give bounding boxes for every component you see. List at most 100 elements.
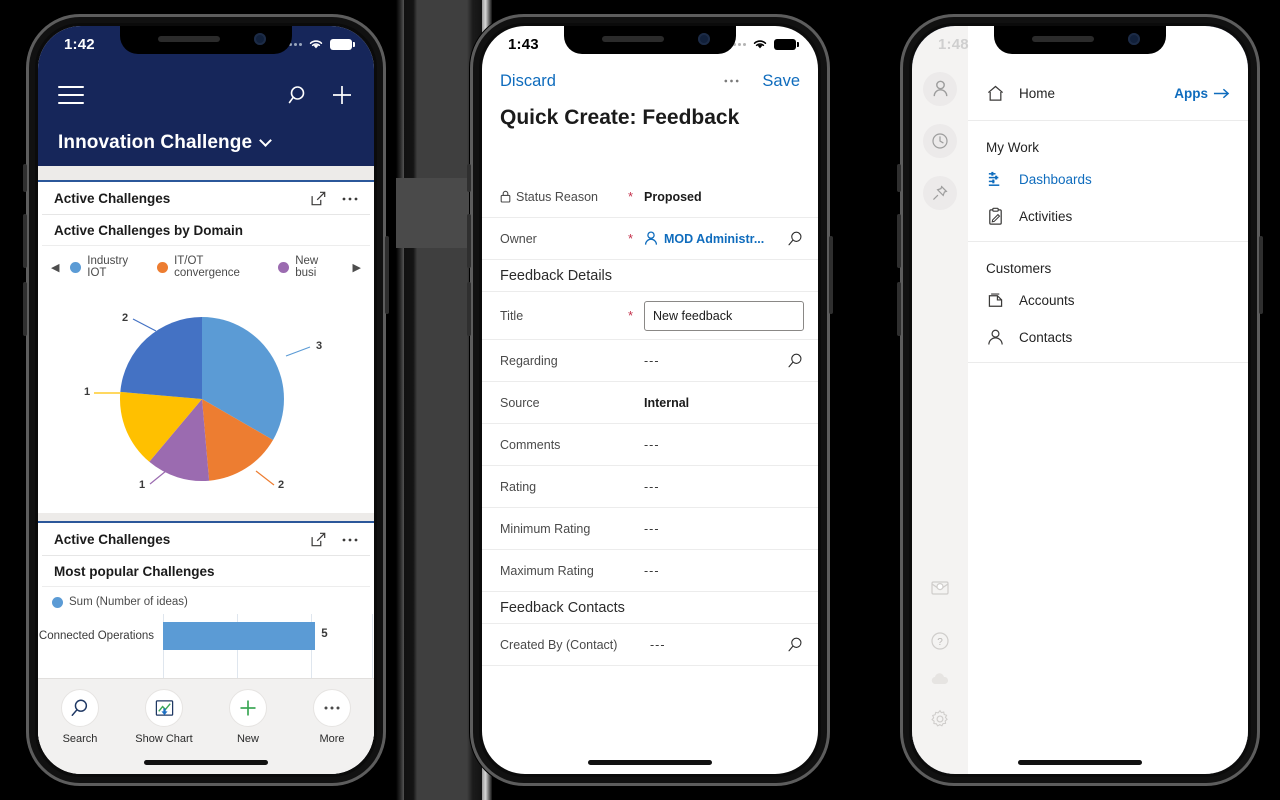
command-label: Search xyxy=(62,733,98,745)
p1-pie-legend: ◀ Industry IOT IT/OT convergence New bus… xyxy=(38,246,374,281)
caret-right-icon[interactable]: ▶ xyxy=(350,261,364,274)
legend-swatch xyxy=(52,596,63,608)
sitemap-group-header-my-work: My Work xyxy=(986,140,1039,155)
wifi-icon xyxy=(753,40,767,49)
legend-item-0[interactable]: Industry IOT xyxy=(70,255,149,279)
hamburger-menu-icon[interactable] xyxy=(58,86,84,104)
phone1-volume-up[interactable] xyxy=(23,214,27,268)
legend-item-2[interactable]: New busi xyxy=(278,255,341,279)
p1-notch xyxy=(120,26,292,54)
rail-recent-user[interactable] xyxy=(923,72,957,106)
expand-popout-icon[interactable] xyxy=(311,191,326,206)
field-label-text: Title xyxy=(500,308,524,323)
apps-link[interactable]: Apps xyxy=(1174,86,1230,101)
pie-chart[interactable]: 3 2 1 1 2 xyxy=(38,281,374,513)
field-row-regarding[interactable]: Regarding --- xyxy=(482,340,818,382)
earpiece-speaker xyxy=(1032,36,1094,42)
phone3-volume-down[interactable] xyxy=(897,282,901,336)
person-icon xyxy=(933,80,947,97)
search-icon[interactable] xyxy=(288,84,310,106)
sitemap-item-home[interactable]: Home Apps xyxy=(968,72,1248,114)
field-label: Source xyxy=(500,396,628,410)
save-button[interactable]: Save xyxy=(762,72,800,91)
ellipsis-icon[interactable] xyxy=(342,196,358,202)
plus-icon[interactable] xyxy=(330,83,354,107)
wifi-icon xyxy=(309,40,323,49)
field-row-owner[interactable]: Owner * MOD Administr... xyxy=(482,218,818,260)
sitemap-item-contacts[interactable]: Contacts xyxy=(968,319,1248,356)
sitemap-item-accounts[interactable]: Accounts xyxy=(968,282,1248,319)
rail-settings[interactable] xyxy=(930,709,950,734)
earpiece-speaker xyxy=(602,36,664,42)
field-value: Internal xyxy=(644,395,690,410)
legend-item-1[interactable]: IT/OT convergence xyxy=(157,255,270,279)
phone1-volume-down[interactable] xyxy=(23,282,27,336)
lookup-search-icon[interactable] xyxy=(787,352,804,369)
p1-card1-header: Active Challenges xyxy=(42,182,370,215)
rail-feedback[interactable] xyxy=(930,579,950,602)
field-value: --- xyxy=(644,437,660,452)
p1-home-indicator[interactable] xyxy=(144,760,268,765)
field-row-source[interactable]: Source Internal xyxy=(482,382,818,424)
lookup-search-icon[interactable] xyxy=(787,230,804,247)
command-more[interactable]: More xyxy=(295,689,369,745)
help-icon: ? xyxy=(931,632,949,650)
p3-home-indicator[interactable] xyxy=(1018,760,1142,765)
ellipsis-icon[interactable] xyxy=(723,78,740,84)
phone-1-frame: 1:42 Innovation Challenge Active Challen… xyxy=(23,14,389,786)
phone2-volume-up[interactable] xyxy=(467,214,471,268)
phone1-power-button[interactable] xyxy=(385,236,389,314)
clock-icon xyxy=(932,133,948,149)
discard-button[interactable]: Discard xyxy=(500,72,556,91)
title-input[interactable]: New feedback xyxy=(644,300,804,331)
rail-offline-status[interactable] xyxy=(929,672,951,691)
lock-icon xyxy=(500,190,511,203)
p1-top-band xyxy=(38,166,374,180)
sitemap-item-activities[interactable]: Activities xyxy=(968,198,1248,235)
field-value: Proposed xyxy=(644,189,702,204)
legend-item-0[interactable]: Sum (Number of ideas) xyxy=(52,596,188,608)
sitemap-item-dashboards[interactable]: Dashboards xyxy=(968,161,1248,198)
phone3-volume-up[interactable] xyxy=(897,214,901,268)
field-row-rating[interactable]: Rating --- xyxy=(482,466,818,508)
field-row-maximum-rating[interactable]: Maximum Rating --- xyxy=(482,550,818,592)
caret-left-icon[interactable]: ◀ xyxy=(48,261,62,274)
phone1-mute-switch[interactable] xyxy=(23,164,27,192)
field-row-minimum-rating[interactable]: Minimum Rating --- xyxy=(482,508,818,550)
ellipsis-icon[interactable] xyxy=(342,537,358,543)
phone2-power-button[interactable] xyxy=(829,236,833,314)
phone2-volume-down[interactable] xyxy=(467,282,471,336)
field-label: Minimum Rating xyxy=(500,522,628,536)
expand-popout-icon[interactable] xyxy=(311,532,326,547)
phone3-power-button[interactable] xyxy=(1259,236,1263,314)
phone2-mute-switch[interactable] xyxy=(467,164,471,192)
field-row-title[interactable]: Title * New feedback xyxy=(482,292,818,340)
command-search[interactable]: Search xyxy=(43,689,117,745)
lookup-search-icon[interactable] xyxy=(787,636,804,653)
command-label: More xyxy=(319,733,345,745)
field-label-text: Status Reason xyxy=(516,189,598,204)
pie-label-3: 1 xyxy=(84,386,91,398)
sitemap-item-label: Home xyxy=(1019,85,1056,101)
command-show-chart[interactable]: Show Chart xyxy=(127,689,201,745)
command-new[interactable]: New xyxy=(211,689,285,745)
field-row-created-by-contact[interactable]: Created By (Contact) --- xyxy=(482,624,818,666)
rail-pinned-items[interactable] xyxy=(923,176,957,210)
front-camera xyxy=(254,33,266,45)
rail-help[interactable]: ? xyxy=(923,624,957,658)
p1-card2-subtitle: Most popular Challenges xyxy=(42,556,370,587)
p1-app-title-button[interactable]: Innovation Challenge xyxy=(58,132,272,154)
field-value[interactable]: MOD Administr... xyxy=(644,231,787,246)
field-value: --- xyxy=(644,479,660,494)
p2-action-right: Save xyxy=(723,72,800,91)
field-row-comments[interactable]: Comments --- xyxy=(482,424,818,466)
phone3-mute-switch[interactable] xyxy=(897,164,901,192)
rail-recent-items[interactable] xyxy=(923,124,957,158)
field-label: Title xyxy=(500,309,628,323)
required-asterisk: * xyxy=(628,231,634,246)
p1-card2-actions xyxy=(311,532,358,547)
contacts-icon xyxy=(988,329,1003,345)
p2-home-indicator[interactable] xyxy=(588,760,712,765)
field-row-status-reason[interactable]: Status Reason * Proposed xyxy=(482,176,818,218)
sitemap-item-label: Accounts xyxy=(1019,293,1075,308)
